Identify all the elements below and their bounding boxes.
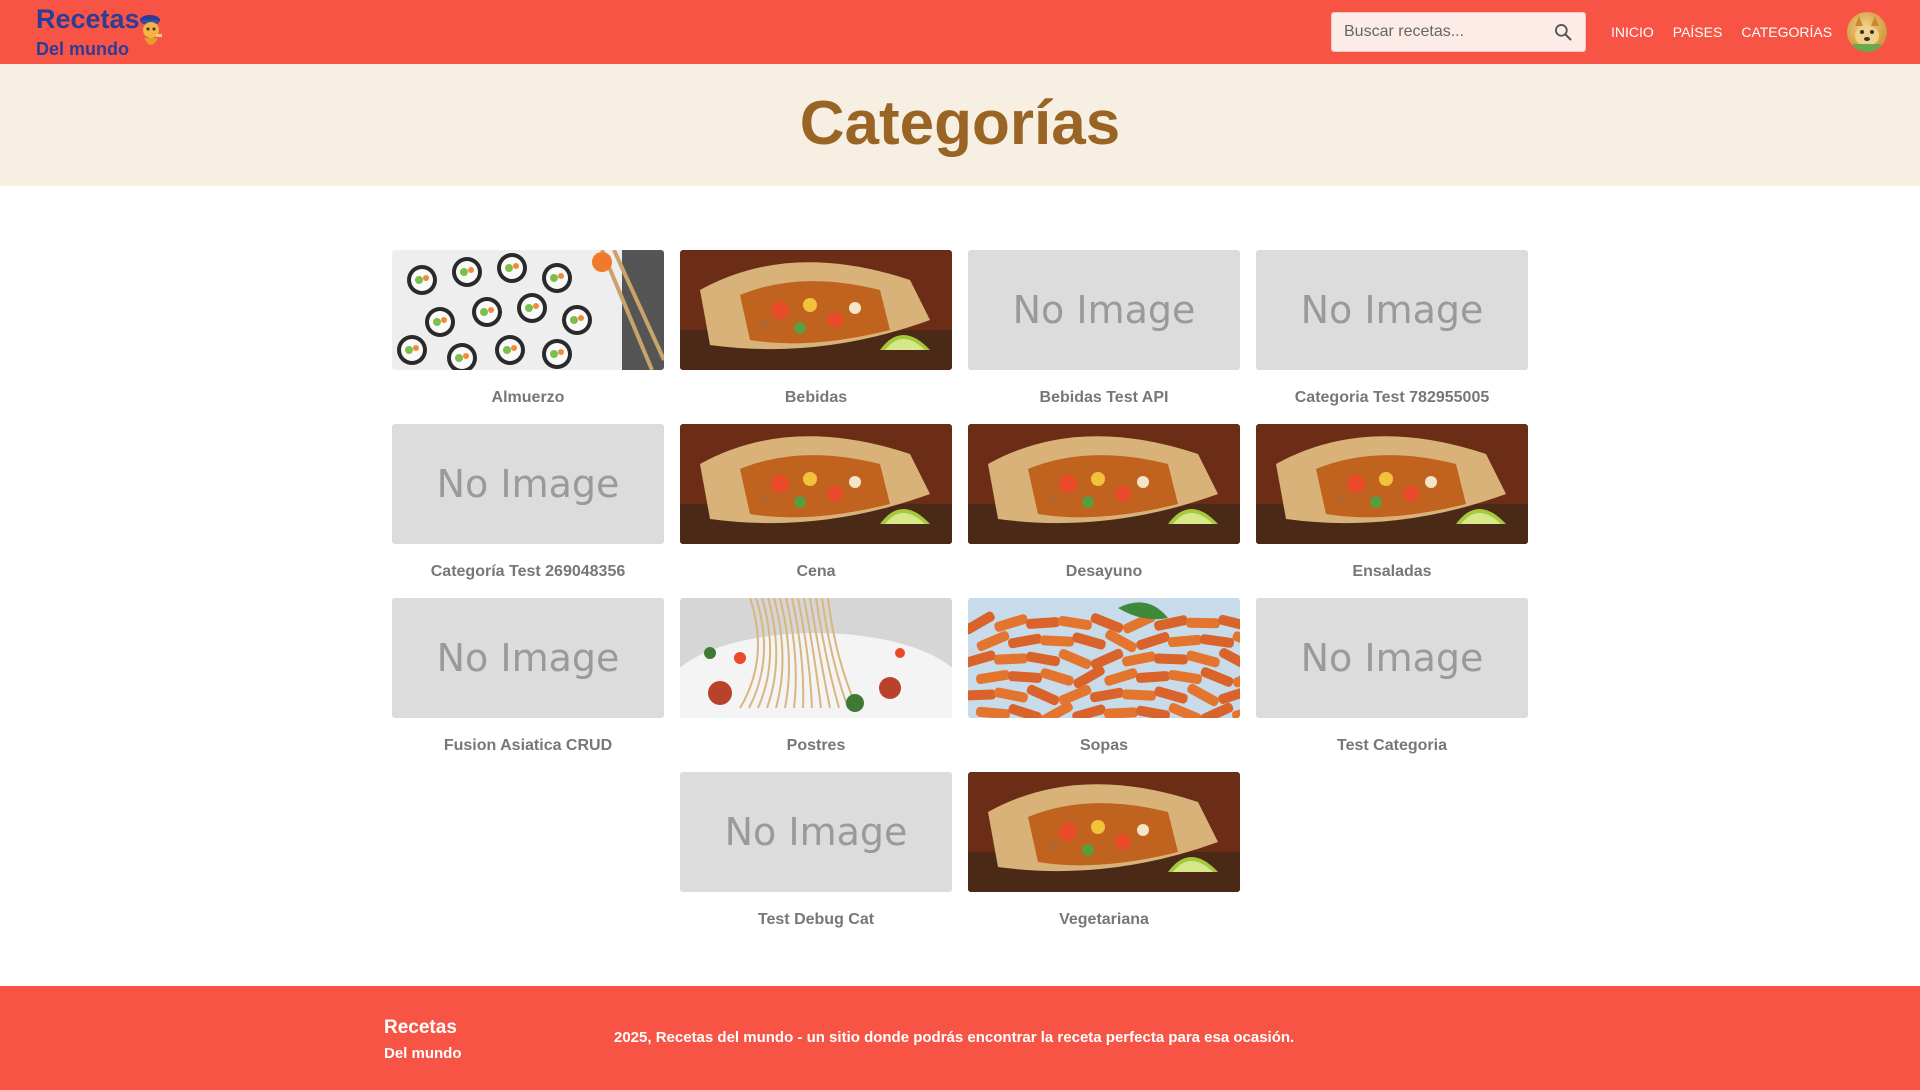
footer-brand: Recetas Del mundo (384, 1016, 462, 1064)
category-card[interactable]: Sopas (968, 598, 1240, 756)
brand-subtitle: Del mundo (36, 39, 129, 59)
brand-title: Recetas (36, 4, 140, 34)
category-card[interactable]: Bebidas (680, 250, 952, 408)
category-card[interactable]: Vegetariana (968, 772, 1240, 930)
nav-links: INICIO PAÍSES CATEGORÍAS (1611, 22, 1851, 42)
category-card[interactable]: No Image Fusion Asiatica CRUD (392, 598, 664, 756)
category-card[interactable]: Almuerzo (392, 250, 664, 408)
category-label[interactable]: Bebidas Test API (968, 388, 1240, 408)
navbar: Recetas Del mundo INICIO PAÍSES CATEGORÍ… (0, 0, 1920, 64)
category-card[interactable]: Postres (680, 598, 952, 756)
category-label[interactable]: Ensaladas (1256, 562, 1528, 582)
category-label[interactable]: Desayuno (968, 562, 1240, 582)
no-image-placeholder[interactable]: No Image (1256, 250, 1528, 370)
nav-link-paises[interactable]: PAÍSES (1673, 22, 1723, 42)
category-image[interactable] (680, 598, 952, 718)
no-image-placeholder[interactable]: No Image (392, 424, 664, 544)
category-image[interactable] (968, 424, 1240, 544)
footer: Recetas Del mundo 2025, Recetas del mund… (0, 986, 1920, 1090)
category-card[interactable]: No Image Test Categoria (1256, 598, 1528, 756)
category-card[interactable]: No Image Bebidas Test API (968, 250, 1240, 408)
category-label[interactable]: Cena (680, 562, 952, 582)
search-box (1331, 12, 1586, 52)
no-image-placeholder[interactable]: No Image (1256, 598, 1528, 718)
no-image-placeholder[interactable]: No Image (680, 772, 952, 892)
no-image-placeholder[interactable]: No Image (968, 250, 1240, 370)
footer-copyright: 2025, Recetas del mundo - un sitio donde… (614, 1029, 1295, 1046)
brand-logo-link[interactable]: Recetas Del mundo (36, 4, 140, 60)
nav-link-inicio[interactable]: INICIO (1611, 22, 1654, 42)
category-label[interactable]: Test Debug Cat (680, 910, 952, 930)
category-card[interactable]: Ensaladas (1256, 424, 1528, 582)
category-label[interactable]: Categoria Test 782955005 (1256, 388, 1528, 408)
category-label[interactable]: Fusion Asiatica CRUD (392, 736, 664, 756)
search-icon[interactable] (1553, 22, 1573, 42)
user-avatar[interactable] (1847, 12, 1887, 52)
category-label[interactable]: Vegetariana (968, 910, 1240, 930)
category-image[interactable] (392, 250, 664, 370)
category-card[interactable]: No Image Test Debug Cat (680, 772, 952, 930)
category-card[interactable]: Cena (680, 424, 952, 582)
no-image-placeholder[interactable]: No Image (392, 598, 664, 718)
category-label[interactable]: Bebidas (680, 388, 952, 408)
category-label[interactable]: Sopas (968, 736, 1240, 756)
search-input[interactable] (1344, 13, 1544, 51)
footer-title: Recetas (384, 1017, 457, 1038)
category-image[interactable] (968, 772, 1240, 892)
category-label[interactable]: Categoría Test 269048356 (392, 562, 664, 582)
category-card[interactable]: Desayuno (968, 424, 1240, 582)
dog-avatar-icon (1853, 16, 1881, 52)
category-label[interactable]: Almuerzo (392, 388, 664, 408)
category-image[interactable] (680, 250, 952, 370)
page-title: Categorías (799, 89, 1121, 158)
nav-link-categorias[interactable]: CATEGORÍAS (1741, 22, 1832, 42)
page-header: Categorías (0, 64, 1920, 186)
category-label[interactable]: Postres (680, 736, 952, 756)
category-card[interactable]: No Image Categoría Test 269048356 (392, 424, 664, 582)
category-label[interactable]: Test Categoria (1256, 736, 1528, 756)
category-card[interactable]: No Image Categoria Test 782955005 (1256, 250, 1528, 408)
category-image[interactable] (1256, 424, 1528, 544)
chef-mascot-icon (140, 15, 162, 45)
category-image[interactable] (680, 424, 952, 544)
footer-subtitle: Del mundo (384, 1045, 462, 1062)
category-image[interactable] (968, 598, 1240, 718)
